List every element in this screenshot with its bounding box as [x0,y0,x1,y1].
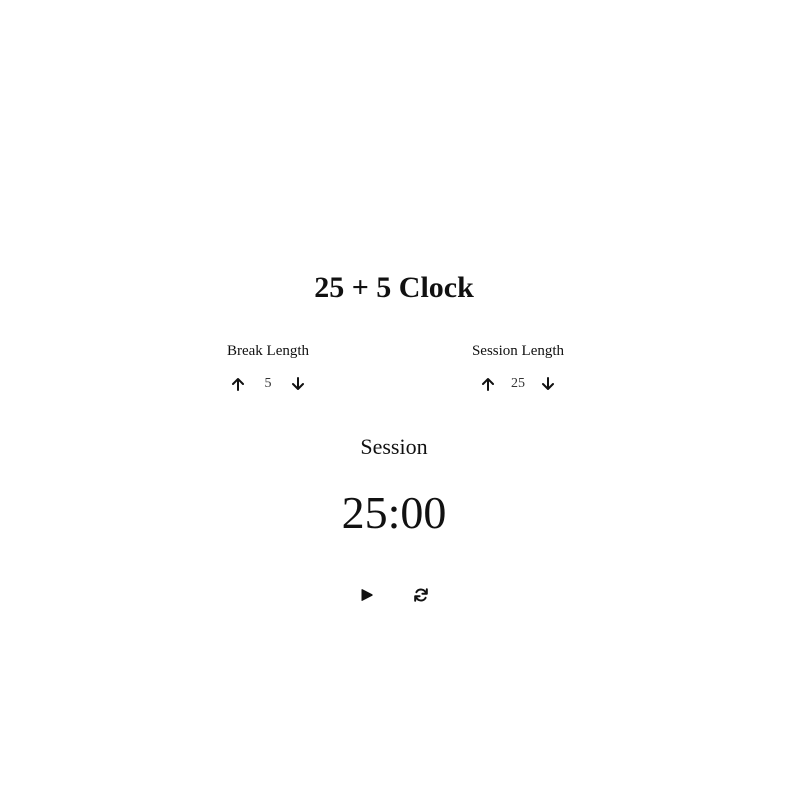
arrow-down-icon [542,377,554,390]
break-length-value: 5 [264,376,272,391]
start-stop-button[interactable] [356,584,378,606]
break-controls: 5 [188,372,348,396]
session-increment-button[interactable] [477,373,499,395]
timer-controls [0,584,788,606]
session-controls: 25 [438,372,598,396]
arrow-up-icon [232,378,244,391]
break-decrement-button[interactable] [287,373,309,395]
timer-label: Session [360,434,428,459]
app-title: 25 + 5 Clock [314,271,474,304]
break-length-control: Break Length 5 [188,340,348,396]
arrow-up-icon [482,378,494,391]
play-icon [361,589,373,601]
break-label: Break Length [226,343,310,359]
session-length-value: 25 [511,376,525,391]
refresh-icon [414,588,428,602]
break-increment-button[interactable] [227,373,249,395]
arrow-down-icon [292,377,304,390]
session-decrement-button[interactable] [537,373,559,395]
reset-button[interactable] [410,584,432,606]
time-left-display: 25:00 [341,487,447,538]
session-label: Session Length [471,343,565,359]
session-length-control: Session Length 25 [438,340,598,396]
